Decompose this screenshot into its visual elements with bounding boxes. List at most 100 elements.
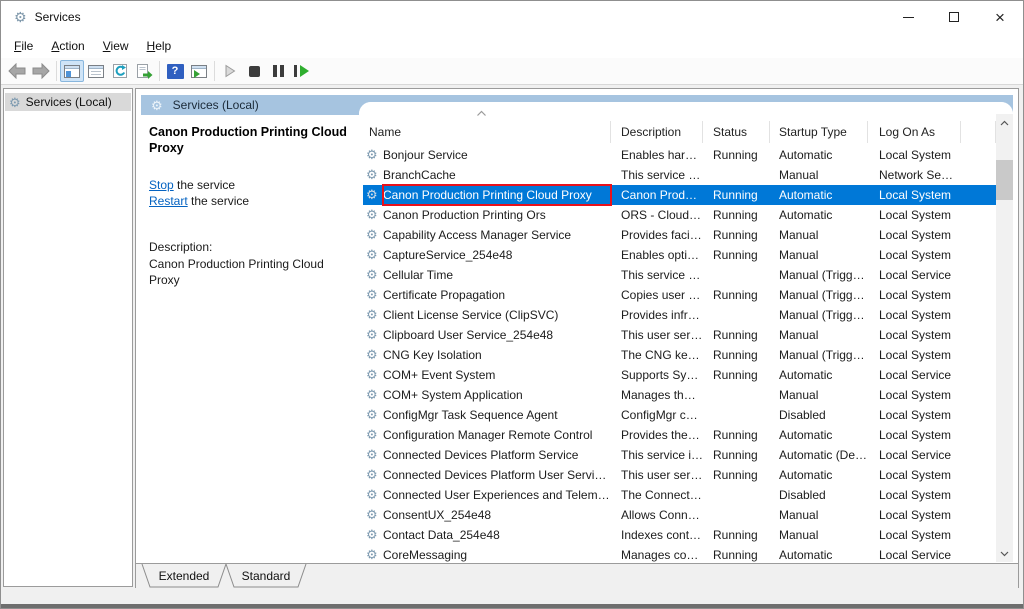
pause-icon	[273, 65, 284, 77]
service-startup-type: Manual	[770, 388, 868, 402]
service-row[interactable]: ⚙ Client License Service (ClipSVC) Provi…	[363, 305, 996, 325]
menu-help[interactable]: Help	[138, 35, 181, 57]
back-button[interactable]	[5, 60, 29, 82]
service-description: Allows Conn…	[611, 508, 703, 522]
stop-service-button[interactable]	[242, 60, 266, 82]
service-status: Running	[703, 188, 770, 202]
service-row[interactable]: ⚙ Canon Production Printing Ors ORS - Cl…	[363, 205, 996, 225]
column-header-name[interactable]: Name	[363, 121, 611, 143]
service-row[interactable]: ⚙ COM+ Event System Supports Sy… Running…	[363, 365, 996, 385]
service-startup-type: Manual (Trigg…	[770, 268, 868, 282]
tree-item-services-local[interactable]: ⚙ Services (Local)	[5, 93, 131, 111]
services-gear-icon: ⚙	[151, 99, 163, 112]
properties-button[interactable]	[84, 60, 108, 82]
tab-standard[interactable]: Standard	[242, 569, 291, 583]
service-row[interactable]: ⚙ COM+ System Application Manages th… Ma…	[363, 385, 996, 405]
service-row[interactable]: ⚙ CaptureService_254e48 Enables opti… Ru…	[363, 245, 996, 265]
service-row[interactable]: ⚙ Cellular Time This service … Manual (T…	[363, 265, 996, 285]
minimize-icon	[903, 17, 914, 18]
column-header-startup-type[interactable]: Startup Type	[770, 121, 868, 143]
column-header-description[interactable]: Description	[611, 121, 703, 143]
menu-view[interactable]: View	[94, 35, 138, 57]
forward-arrow-icon	[32, 63, 50, 79]
service-description: Enables har…	[611, 148, 703, 162]
service-startup-type: Manual (Trigg…	[770, 348, 868, 362]
service-row[interactable]: ⚙ Canon Production Printing Cloud Proxy …	[363, 185, 996, 205]
column-header-log-on-as[interactable]: Log On As	[868, 121, 961, 143]
help-button[interactable]: ?	[163, 60, 187, 82]
service-row[interactable]: ⚙ Configuration Manager Remote Control P…	[363, 425, 996, 445]
service-row[interactable]: ⚙ Contact Data_254e48 Indexes cont… Runn…	[363, 525, 996, 545]
service-row[interactable]: ⚙ Capability Access Manager Service Prov…	[363, 225, 996, 245]
scroll-down-button[interactable]	[996, 545, 1013, 562]
service-gear-icon: ⚙	[366, 208, 378, 222]
service-row[interactable]: ⚙ Connected User Experiences and Telem… …	[363, 485, 996, 505]
start-service-button[interactable]	[218, 60, 242, 82]
service-gear-icon: ⚙	[366, 368, 378, 382]
header-band-title: Services (Local)	[173, 98, 259, 112]
services-window: ⚙ Services × File Action View Help	[0, 0, 1024, 609]
restart-service-link[interactable]: Restart	[149, 194, 188, 208]
close-button[interactable]: ×	[977, 1, 1023, 33]
view-tabs: Extended Standard	[138, 564, 318, 589]
service-row[interactable]: ⚙ Certificate Propagation Copies user … …	[363, 285, 996, 305]
service-name: COM+ Event System	[383, 365, 611, 385]
service-row[interactable]: ⚙ ConsentUX_254e48 Allows Conn… Manual L…	[363, 505, 996, 525]
services-app-icon: ⚙	[14, 10, 27, 24]
services-gear-icon: ⚙	[9, 96, 21, 109]
service-name: Canon Production Printing Ors	[383, 205, 611, 225]
service-startup-type: Automatic	[770, 428, 868, 442]
console-tree-icon	[64, 65, 80, 78]
service-row[interactable]: ⚙ Clipboard User Service_254e48 This use…	[363, 325, 996, 345]
service-row[interactable]: ⚙ Bonjour Service Enables har… Running A…	[363, 145, 996, 165]
service-log-on-as: Local Service	[868, 448, 996, 462]
service-status: Running	[703, 348, 770, 362]
service-startup-type: Automatic	[770, 188, 868, 202]
services-list-panel: Name Description Status Startup Type Log…	[359, 102, 1013, 565]
service-status: Running	[703, 328, 770, 342]
service-row[interactable]: ⚙ BranchCache This service … Manual Netw…	[363, 165, 996, 185]
pause-service-button[interactable]	[266, 60, 290, 82]
service-row[interactable]: ⚙ ConfigMgr Task Sequence Agent ConfigMg…	[363, 405, 996, 425]
export-list-button[interactable]	[132, 60, 156, 82]
service-status: Running	[703, 428, 770, 442]
service-name: ConsentUX_254e48	[383, 505, 611, 525]
minimize-button[interactable]	[885, 1, 931, 33]
column-header-status[interactable]: Status	[703, 121, 770, 143]
forward-button[interactable]	[29, 60, 53, 82]
service-startup-type: Manual	[770, 248, 868, 262]
service-status: Running	[703, 468, 770, 482]
menu-file[interactable]: File	[5, 35, 42, 57]
restart-service-button[interactable]	[290, 60, 314, 82]
service-gear-icon: ⚙	[366, 548, 378, 562]
service-gear-icon: ⚙	[366, 488, 378, 502]
tab-extended[interactable]: Extended	[159, 569, 210, 583]
service-status: Running	[703, 248, 770, 262]
service-startup-type: Automatic (De…	[770, 448, 868, 462]
refresh-button[interactable]	[108, 60, 132, 82]
service-row[interactable]: ⚙ CoreMessaging Manages co… Running Auto…	[363, 545, 996, 565]
service-name: CaptureService_254e48	[383, 245, 611, 265]
stop-link-suffix: the service	[174, 178, 235, 192]
stop-service-link[interactable]: Stop	[149, 178, 174, 192]
service-description: The CNG ke…	[611, 348, 703, 362]
scroll-up-button[interactable]	[996, 114, 1013, 131]
service-gear-icon: ⚙	[366, 148, 378, 162]
service-row[interactable]: ⚙ Connected Devices Platform Service Thi…	[363, 445, 996, 465]
toolbar-separator	[56, 61, 57, 81]
show-action-pane-button[interactable]	[187, 60, 211, 82]
service-log-on-as: Local System	[868, 508, 996, 522]
show-console-tree-button[interactable]	[60, 60, 84, 82]
menu-action[interactable]: Action	[42, 35, 93, 57]
service-row[interactable]: ⚙ Connected Devices Platform User Servi……	[363, 465, 996, 485]
service-row[interactable]: ⚙ CNG Key Isolation The CNG ke… Running …	[363, 345, 996, 365]
service-description: Enables opti…	[611, 248, 703, 262]
selected-service-title: Canon Production Printing Cloud Proxy	[149, 124, 349, 156]
service-gear-icon: ⚙	[366, 428, 378, 442]
service-description: Manages th…	[611, 388, 703, 402]
vertical-scrollbar[interactable]	[996, 114, 1013, 562]
scrollbar-thumb[interactable]	[996, 160, 1013, 200]
service-gear-icon: ⚙	[366, 308, 378, 322]
maximize-button[interactable]	[931, 1, 977, 33]
service-startup-type: Automatic	[770, 548, 868, 562]
